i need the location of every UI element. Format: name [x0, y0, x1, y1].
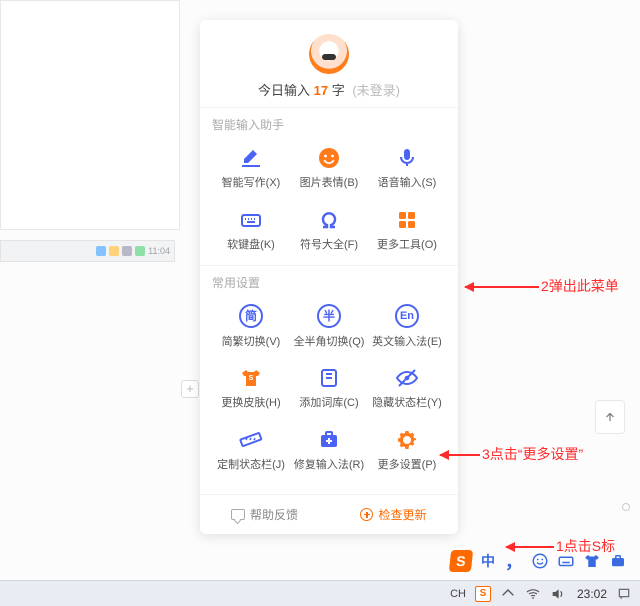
- item-change-skin[interactable]: S 更换皮肤(H): [212, 357, 290, 419]
- annotation-2-text: 2弹出此菜单: [541, 276, 619, 296]
- taskbar-clock[interactable]: 23:02: [577, 587, 607, 601]
- item-simplified-toggle[interactable]: 简 简繁切换(V): [212, 295, 290, 357]
- plus-circle-icon: [360, 508, 373, 521]
- windows-taskbar: CH S 23:02: [0, 580, 640, 606]
- annotation-3-text: 3点击“更多设置”: [482, 444, 583, 464]
- item-soft-keyboard[interactable]: 软键盘(K): [212, 199, 290, 261]
- item-label: 更多设置(P): [378, 456, 437, 472]
- pen-icon: [239, 147, 263, 169]
- stat-prefix: 今日输入: [258, 83, 310, 98]
- item-label: 图片表情(B): [300, 174, 359, 190]
- avatar-icon[interactable]: [309, 34, 349, 74]
- item-label: 更多工具(O): [377, 236, 437, 252]
- background-window: [0, 0, 180, 230]
- taskbar-sogou-icon[interactable]: S: [475, 586, 491, 602]
- item-label: 全半角切换(Q): [294, 333, 365, 349]
- scroll-top-button[interactable]: [595, 400, 625, 434]
- stat-count: 17: [314, 83, 328, 98]
- tshirt-icon: S: [239, 367, 263, 389]
- item-symbols[interactable]: 符号大全(F): [290, 199, 368, 261]
- login-status[interactable]: (未登录): [352, 83, 400, 98]
- smile-icon: [317, 147, 341, 169]
- ime-punct-icon[interactable]: ，: [504, 551, 524, 571]
- item-smart-write[interactable]: 智能写作(X): [212, 137, 290, 199]
- item-more-settings[interactable]: 更多设置(P): [368, 419, 446, 481]
- taskbar-volume-icon[interactable]: [550, 586, 566, 602]
- ime-keyboard-icon[interactable]: [556, 551, 576, 571]
- check-update-button[interactable]: 检查更新: [329, 495, 458, 534]
- keyboard-icon: [239, 209, 263, 231]
- eye-off-icon: [395, 367, 419, 389]
- taskbar-notification-icon[interactable]: [616, 586, 632, 602]
- item-more-tools[interactable]: 更多工具(O): [368, 199, 446, 261]
- item-label: 软键盘(K): [227, 236, 275, 252]
- item-label: 简繁切换(V): [222, 333, 281, 349]
- taskbar-wifi-icon[interactable]: [525, 586, 541, 602]
- update-label: 检查更新: [378, 506, 426, 523]
- ime-zhong-icon[interactable]: 中: [478, 551, 498, 571]
- item-hide-statusbar[interactable]: 隐藏状态栏(Y): [368, 357, 446, 419]
- sogou-logo-icon[interactable]: S: [449, 550, 473, 572]
- item-halfwidth-toggle[interactable]: 半 全半角切换(Q): [290, 295, 368, 357]
- page-indicator-dot: [622, 503, 630, 511]
- item-label: 语音输入(S): [378, 174, 437, 190]
- section-title-smart: 智能输入助手: [212, 116, 446, 133]
- taskbar-tray-icon[interactable]: [500, 586, 516, 602]
- section-title-common: 常用设置: [212, 274, 446, 291]
- item-emoji[interactable]: 图片表情(B): [290, 137, 368, 199]
- feedback-button[interactable]: 帮助反馈: [200, 495, 329, 534]
- item-label: 修复输入法(R): [294, 456, 364, 472]
- add-button[interactable]: +: [181, 380, 199, 398]
- item-label: 添加词库(C): [299, 394, 358, 410]
- menu-header: 今日输入 17 字 (未登录): [200, 20, 458, 107]
- chat-icon: [231, 509, 245, 520]
- ime-menu-panel: 今日输入 17 字 (未登录) 智能输入助手 智能写作(X) 图片表情(B) 语…: [200, 20, 458, 534]
- item-repair-ime[interactable]: 修复输入法(R): [290, 419, 368, 481]
- section-common-settings: 常用设置 简 简繁切换(V) 半 全半角切换(Q) En 英文输入法(E) S …: [200, 265, 458, 485]
- annotation-2: 2弹出此菜单: [465, 276, 619, 296]
- menu-footer: 帮助反馈 检查更新: [200, 494, 458, 534]
- ime-toolbar[interactable]: S 中 ，: [450, 548, 628, 574]
- ime-smile-icon[interactable]: [530, 551, 550, 571]
- ime-toolbox-icon[interactable]: [608, 551, 628, 571]
- item-add-dictionary[interactable]: 添加词库(C): [290, 357, 368, 419]
- mic-icon: [395, 147, 419, 169]
- halfwidth-icon: 半: [317, 304, 341, 328]
- background-mini-taskbar: 11:04: [0, 240, 175, 262]
- section-smart-input: 智能输入助手 智能写作(X) 图片表情(B) 语音输入(S) 软键盘(K) 符号…: [200, 107, 458, 265]
- svg-text:S: S: [249, 375, 254, 382]
- stat-suffix: 字: [332, 83, 345, 98]
- medkit-icon: [317, 429, 341, 451]
- ime-skin-icon[interactable]: [582, 551, 602, 571]
- simplified-icon: 简: [239, 304, 263, 328]
- arrow-up-icon: [603, 410, 617, 424]
- omega-icon: [317, 209, 341, 231]
- book-icon: [317, 367, 341, 389]
- item-voice[interactable]: 语音输入(S): [368, 137, 446, 199]
- ruler-icon: [239, 429, 263, 451]
- item-english-ime[interactable]: En 英文输入法(E): [368, 295, 446, 357]
- item-label: 隐藏状态栏(Y): [372, 394, 442, 410]
- annotation-3: 3点击“更多设置”: [440, 444, 583, 464]
- item-label: 符号大全(F): [300, 236, 358, 252]
- item-custom-statusbar[interactable]: 定制状态栏(J): [212, 419, 290, 481]
- feedback-label: 帮助反馈: [250, 506, 298, 523]
- item-label: 更换皮肤(H): [221, 394, 280, 410]
- today-stats: 今日输入 17 字 (未登录): [200, 80, 458, 99]
- english-icon: En: [395, 304, 419, 328]
- taskbar-lang[interactable]: CH: [450, 588, 466, 600]
- item-label: 英文输入法(E): [372, 333, 442, 349]
- grid-icon: [395, 209, 419, 231]
- gear-icon: [395, 429, 419, 451]
- item-label: 定制状态栏(J): [217, 456, 285, 472]
- item-label: 智能写作(X): [222, 174, 281, 190]
